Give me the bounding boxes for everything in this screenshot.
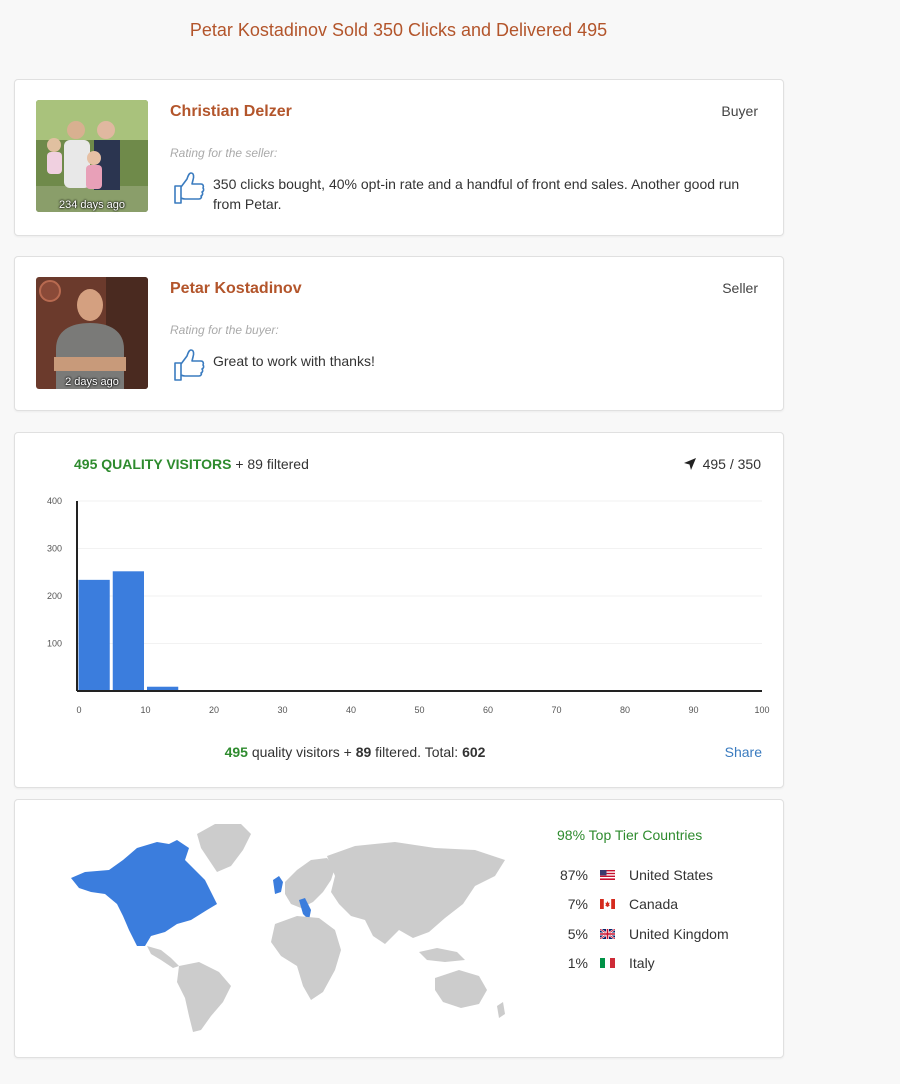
country-pct: 7% [567,896,588,913]
x-tick-label: 70 [551,705,561,715]
country-name: Canada [629,896,679,913]
navigation-arrow-icon [683,458,696,470]
rating-label: Rating for the seller: [170,146,278,160]
country-row: 7% Canada [557,890,729,920]
map-region-north-america [71,840,217,946]
chart-bar [112,571,144,691]
x-tick-label: 100 [754,705,769,715]
map-region-australia [435,970,487,1008]
map-region-asia [327,842,505,944]
review-card-buyer: 234 days ago Christian Delzer Buyer Rati… [14,79,784,236]
reviewer-role: Buyer [721,103,758,119]
x-tick-label: 60 [483,705,493,715]
review-time: 2 days ago [65,376,119,388]
x-tick-label: 40 [346,705,356,715]
delivery-ratio: 495 / 350 [683,456,761,472]
x-tick-label: 80 [620,705,630,715]
x-tick-label: 20 [209,705,219,715]
map-region-central-america [147,946,179,968]
country-pct: 1% [567,955,588,972]
review-text: Great to work with thanks! [213,353,375,369]
country-row: 87% United States [557,860,729,890]
country-row: 5% United Kingdom [557,919,729,949]
avatar[interactable]: 2 days ago [36,277,148,389]
reviewer-role: Seller [722,280,758,296]
us-flag-icon [600,869,615,880]
summary-filtered: 89 [355,744,372,760]
map-region-se-asia [419,948,465,962]
review-card-seller: 2 days ago Petar Kostadinov Seller Ratin… [14,256,784,411]
chart-summary: 495 quality visitors + 89 filtered. Tota… [15,744,695,760]
country-pct: 5% [567,925,588,942]
review-time: 234 days ago [58,199,126,211]
y-tick-label: 400 [47,496,62,506]
summary-quality: 495 [224,744,248,760]
rating-label: Rating for the buyer: [170,323,279,337]
review-text: 350 clicks bought, 40% opt-in rate and a… [213,176,740,212]
canada-flag-icon [600,899,615,910]
summary-quality-text: quality visitors + [251,744,352,760]
summary-total: 602 [462,744,486,760]
filtered-label: + 89 filtered [235,456,309,472]
uk-flag-icon [600,928,615,939]
y-tick-label: 200 [47,591,62,601]
country-name: United States [629,866,714,883]
world-map [71,824,505,1032]
country-list: 87% United States 7% Canada 5% United Ki… [557,860,729,978]
reviewer-name[interactable]: Petar Kostadinov [170,280,302,298]
page-title: Petar Kostadinov Sold 350 Clicks and Del… [189,20,608,40]
x-tick-label: 50 [414,705,424,715]
map-region-uk [273,876,283,894]
map-region-south-america [177,962,231,1032]
share-link[interactable]: Share [725,744,762,760]
y-tick-label: 100 [47,639,62,649]
italy-flag-icon [600,958,615,969]
quality-visitors-label: 495 QUALITY VISITORS [74,456,232,472]
reviewer-name[interactable]: Christian Delzer [170,103,292,121]
map-region-greenland [197,824,251,872]
country-pct: 87% [559,866,588,883]
country-name: United Kingdom [629,925,729,942]
x-tick-label: 30 [277,705,287,715]
map-region-new-zealand [497,1002,505,1018]
ratio-value: 495 / 350 [702,456,761,472]
thumbs-up-icon [174,172,205,204]
x-tick-label: 10 [140,705,150,715]
chart-bar [78,579,110,691]
top-tier-title: 98% Top Tier Countries [557,827,703,843]
x-tick-label: 90 [688,705,698,715]
thumbs-up-icon [174,349,205,381]
avatar[interactable]: 234 days ago [36,100,148,212]
visitors-chart-card: 495 QUALITY VISITORS + 89 filtered 495 /… [14,432,784,788]
geo-card: 98% Top Tier Countries 87% United States… [14,799,784,1058]
map-region-europe [285,858,335,908]
visitors-bar-chart: 100 200 300 400 0 10 20 30 40 50 60 70 80 90 100 [47,496,770,715]
y-tick-label: 300 [47,544,62,554]
visitors-heading: 495 QUALITY VISITORS + 89 filtered [74,456,309,472]
map-region-africa [271,916,341,1000]
country-name: Italy [629,955,655,972]
x-tick-label: 0 [76,705,81,715]
country-row: 1% Italy [557,949,729,979]
summary-filtered-text: filtered. Total: [375,744,459,760]
